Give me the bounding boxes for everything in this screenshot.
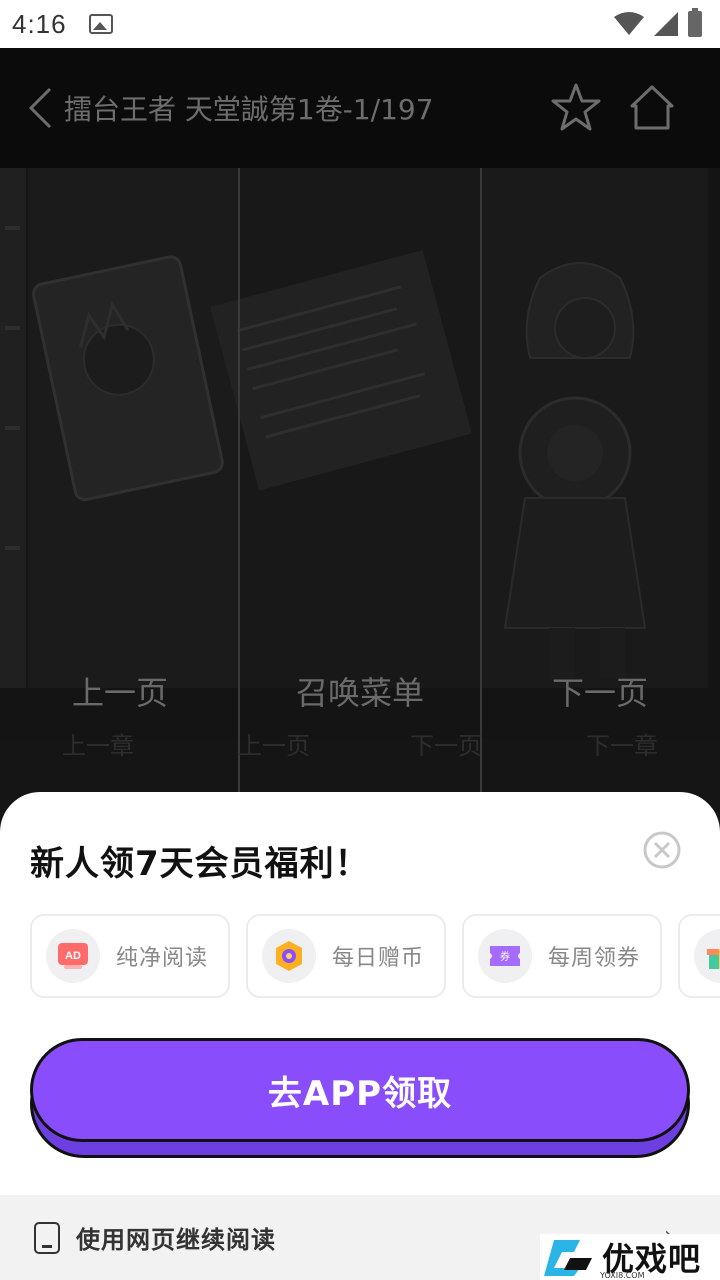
prev-chapter-label: 上一章: [62, 732, 134, 760]
home-button[interactable]: [624, 80, 680, 136]
menu-zone[interactable]: 召唤菜单: [240, 668, 480, 714]
phone-icon: [34, 1221, 60, 1254]
open-app-button[interactable]: 去APP领取: [30, 1038, 690, 1142]
next-chapter-label: 下一章: [586, 732, 658, 760]
ad-free-icon: AD: [46, 929, 100, 983]
next-page-zone[interactable]: 下一页: [480, 668, 720, 714]
close-icon: [643, 831, 681, 869]
status-time: 4:16: [12, 8, 67, 39]
next-page-label: 下一页: [410, 732, 482, 760]
wifi-icon: [614, 12, 644, 35]
benefit-label: 每日赠币: [332, 946, 425, 971]
benefit-label: 纯净阅读: [116, 946, 209, 971]
chevron-left-icon: [28, 87, 52, 129]
watermark-sub: YOXI8.COM: [600, 1271, 645, 1280]
gift-icon: [694, 929, 720, 983]
benefit-card-weekly-coupon[interactable]: 券 每周领券: [462, 914, 662, 998]
benefit-label: 每周领券: [548, 946, 641, 971]
image-notification-icon: [88, 14, 113, 34]
watermark-logo-icon: [544, 1240, 592, 1276]
star-icon: [551, 83, 601, 131]
benefit-card-gift[interactable]: [678, 914, 720, 998]
home-icon: [630, 85, 674, 130]
coupon-badge: 券: [500, 950, 510, 963]
manga-page-image: [0, 168, 720, 738]
coupon-icon: 券: [478, 929, 532, 983]
signal-icon: [654, 12, 678, 36]
back-button[interactable]: [10, 78, 70, 138]
close-button[interactable]: [642, 830, 682, 870]
prev-page-label: 上一页: [238, 732, 310, 760]
benefit-list: AD 纯净阅读 每日赠币 券 每周领券: [30, 914, 720, 998]
prev-page-zone[interactable]: 上一页: [0, 668, 240, 714]
continue-web-label: 使用网页继续阅读: [76, 1226, 276, 1254]
battery-icon: [688, 8, 702, 37]
status-bar: 4:16: [0, 0, 720, 48]
site-watermark: 优戏吧 YOXI8.COM: [540, 1234, 720, 1280]
status-icons: [614, 8, 702, 37]
reader-top-bar: 擂台王者 天堂誠第1卷-1/197: [0, 48, 720, 168]
coin-icon: [262, 929, 316, 983]
promo-bottom-sheet: 新人领7天会员福利！ AD 纯净阅读 每日赠币 券 每周领券 去APP领取 使用…: [0, 792, 720, 1280]
favorite-button[interactable]: [548, 80, 604, 136]
benefit-card-daily-coin[interactable]: 每日赠币: [246, 914, 446, 998]
chapter-title: 擂台王者 天堂誠第1卷-1/197: [64, 93, 434, 126]
benefit-card-ad-free[interactable]: AD 纯净阅读: [30, 914, 230, 998]
sheet-title: 新人领7天会员福利！: [30, 844, 370, 884]
ad-badge: AD: [65, 950, 81, 962]
